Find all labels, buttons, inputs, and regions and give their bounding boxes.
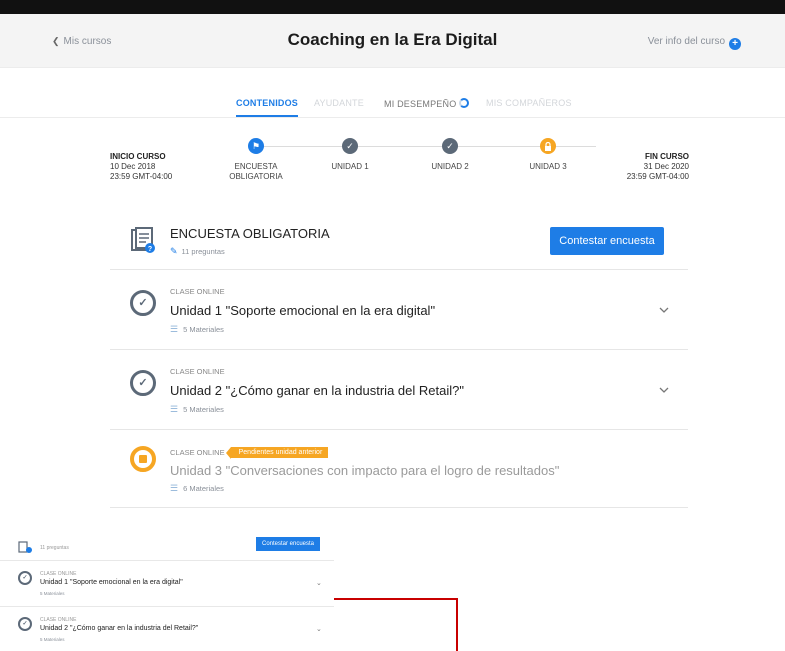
mini-preview: 11 preguntas Contestar encuesta CLASE ON… xyxy=(0,531,334,651)
materials-count: 5 Materiales xyxy=(183,405,224,414)
timeline-step-encuesta[interactable]: ⚑ ENCUESTA OBLIGATORIA xyxy=(216,138,296,182)
unit-title: Unidad 3 "Conversaciones con impacto par… xyxy=(170,463,560,478)
mini-unit-title: Unidad 2 "¿Cómo ganar en la industria de… xyxy=(40,625,199,632)
chevron-down-icon[interactable] xyxy=(658,384,670,396)
tab-ayudante[interactable]: AYUDANTE xyxy=(314,98,364,108)
step-label: UNIDAD 1 xyxy=(331,162,369,171)
materials-count: 5 Materiales xyxy=(183,325,224,334)
check-circle-icon xyxy=(18,617,32,631)
mini-survey-row: 11 preguntas Contestar encuesta xyxy=(0,531,334,561)
tab-label: AYUDANTE xyxy=(314,98,364,108)
layers-icon: ☰ xyxy=(170,404,179,414)
mini-unit-materials: 5 Materiales xyxy=(40,591,65,596)
unit-kicker: CLASE ONLINE Pendientes unidad anterior xyxy=(170,447,329,459)
annotation-line-vertical xyxy=(456,598,458,651)
check-icon: ✓ xyxy=(442,138,458,154)
unit-materials: ☰ 5 Materiales xyxy=(170,404,224,415)
course-end-time: 23:59 GMT-04:00 xyxy=(626,172,689,181)
unit-card-1[interactable]: CLASE ONLINE Unidad 1 "Soporte emocional… xyxy=(110,270,688,350)
chevron-down-icon[interactable] xyxy=(658,304,670,316)
course-end-label: FIN CURSO xyxy=(645,152,689,161)
unit-title: Unidad 1 "Soporte emocional en la era di… xyxy=(170,303,436,318)
pending-badge: Pendientes unidad anterior xyxy=(225,447,329,459)
unit-materials: ☰ 5 Materiales xyxy=(170,324,224,335)
step-label: UNIDAD 3 xyxy=(529,162,567,171)
tab-mi-desempeno[interactable]: MI DESEMPEÑO xyxy=(384,98,470,109)
mini-unit-row-1[interactable]: CLASE ONLINE Unidad 1 "Soporte emocional… xyxy=(0,561,334,607)
mini-unit-kicker: CLASE ONLINE xyxy=(40,617,77,623)
chevron-down-icon[interactable]: ⌄ xyxy=(316,625,322,633)
tab-label: MI DESEMPEÑO xyxy=(384,99,457,109)
unit-title: Unidad 2 "¿Cómo ganar en la industria de… xyxy=(170,383,464,398)
survey-subtitle: 11 preguntas xyxy=(181,247,225,256)
answer-survey-button[interactable]: Contestar encuesta xyxy=(550,227,664,255)
check-circle-icon xyxy=(18,571,32,585)
timeline-step-unidad-3[interactable]: UNIDAD 3 xyxy=(508,138,588,172)
course-end-date: 31 Dec 2020 xyxy=(643,162,689,171)
annotation-line-horizontal xyxy=(334,598,458,600)
flag-icon: ⚑ xyxy=(248,138,264,154)
survey-question-count: ✎ 11 preguntas xyxy=(170,246,225,257)
unit-kicker: CLASE ONLINE xyxy=(170,367,225,376)
mini-survey-subtitle: 11 preguntas xyxy=(40,545,69,551)
top-bar xyxy=(0,0,785,14)
course-end: FIN CURSO 31 Dec 2020 23:59 GMT-04:00 xyxy=(627,152,689,182)
materials-count: 6 Materiales xyxy=(183,484,224,493)
tab-contenidos[interactable]: CONTENIDOS xyxy=(236,98,299,117)
mini-unit-title: Unidad 1 "Soporte emocional en la era di… xyxy=(40,579,183,586)
locked-flag-icon xyxy=(130,446,156,472)
pencil-icon: ✎ xyxy=(170,246,178,256)
step-label: ENCUESTA OBLIGATORIA xyxy=(216,162,296,182)
survey-title: ENCUESTA OBLIGATORIA xyxy=(170,226,330,241)
svg-text:?: ? xyxy=(148,246,152,253)
course-start-date: 10 Dec 2018 xyxy=(110,162,156,171)
timeline-step-unidad-2[interactable]: ✓ UNIDAD 2 xyxy=(410,138,490,172)
unit-kicker: CLASE ONLINE xyxy=(170,287,225,296)
lock-icon xyxy=(540,138,556,154)
tab-mis-companeros[interactable]: MIS COMPAÑEROS xyxy=(486,98,572,108)
tab-label: MIS COMPAÑEROS xyxy=(486,98,572,108)
layers-icon: ☰ xyxy=(170,324,179,334)
unit-card-3: CLASE ONLINE Pendientes unidad anterior U… xyxy=(110,430,688,508)
course-info-label: Ver info del curso xyxy=(647,36,725,47)
tabs-divider xyxy=(0,117,785,118)
course-info-link[interactable]: Ver info del curso + xyxy=(648,36,741,50)
progress-ring-icon xyxy=(459,98,470,108)
mini-answer-survey-button[interactable]: Contestar encuesta xyxy=(256,537,320,551)
layers-icon: ☰ xyxy=(170,483,179,493)
timeline-step-unidad-1[interactable]: ✓ UNIDAD 1 xyxy=(310,138,390,172)
mini-unit-kicker: CLASE ONLINE xyxy=(40,571,77,577)
chevron-down-icon[interactable]: ⌄ xyxy=(316,579,322,587)
tab-label: CONTENIDOS xyxy=(236,98,299,108)
mini-unit-row-2[interactable]: CLASE ONLINE Unidad 2 "¿Cómo ganar en la… xyxy=(0,607,334,651)
unit-card-2[interactable]: CLASE ONLINE Unidad 2 "¿Cómo ganar en la… xyxy=(110,350,688,430)
survey-card: ? ENCUESTA OBLIGATORIA ✎ 11 preguntas Con… xyxy=(110,214,688,270)
check-circle-icon xyxy=(130,370,156,396)
unit-materials: ☰ 6 Materiales xyxy=(170,483,224,494)
unit-kicker-text: CLASE ONLINE xyxy=(170,448,225,457)
survey-document-icon xyxy=(18,541,32,553)
course-start-time: 23:59 GMT-04:00 xyxy=(110,172,173,181)
course-start: INICIO CURSO 10 Dec 2018 23:59 GMT-04:00 xyxy=(110,152,172,182)
page: ❮ Mis cursos Coaching en la Era Digital V… xyxy=(0,0,785,651)
mini-unit-materials: 5 Materiales xyxy=(40,637,65,642)
check-circle-icon xyxy=(130,290,156,316)
check-icon: ✓ xyxy=(342,138,358,154)
step-label-line-1: ENCUESTA xyxy=(234,162,278,171)
plus-circle-icon: + xyxy=(729,38,741,50)
survey-document-icon: ? xyxy=(131,227,155,253)
course-tabs: CONTENIDOS AYUDANTE MI DESEMPEÑO MIS COM… xyxy=(0,98,785,118)
course-start-label: INICIO CURSO xyxy=(110,152,166,161)
step-label-line-2: OBLIGATORIA xyxy=(229,172,283,181)
course-header: ❮ Mis cursos Coaching en la Era Digital V… xyxy=(0,14,785,68)
step-label: UNIDAD 2 xyxy=(431,162,469,171)
